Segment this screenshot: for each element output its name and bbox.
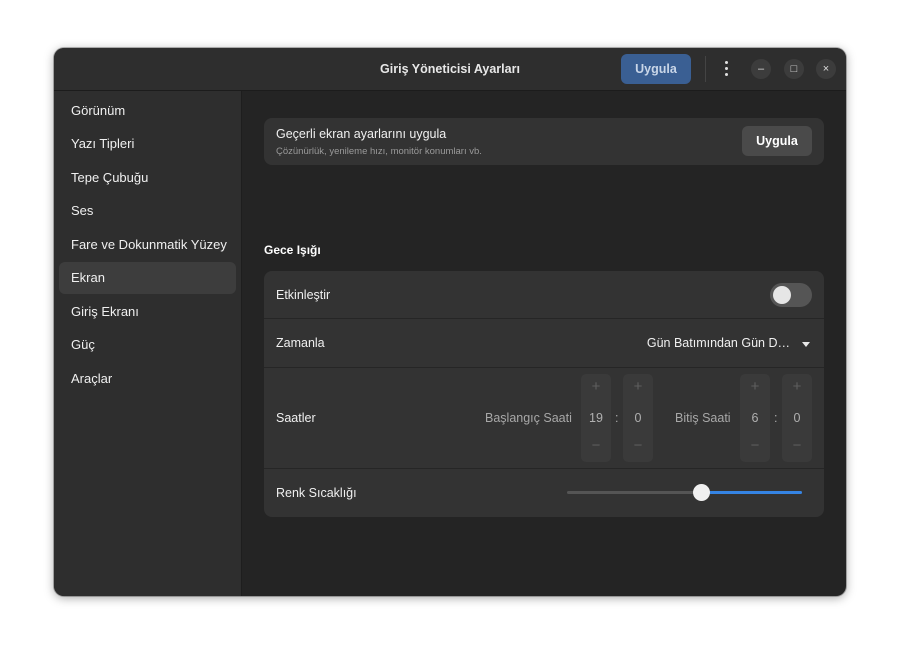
apply-card-subtitle: Çözünürlük, yenileme hızı, monitör konum…	[276, 146, 482, 157]
minus-icon[interactable]: −	[740, 437, 770, 454]
hours-label: Saatler	[276, 411, 316, 425]
apply-display-button[interactable]: Uygula	[742, 126, 812, 156]
time-separator: :	[774, 411, 778, 425]
minus-icon[interactable]: −	[623, 437, 653, 454]
sidebar-item-giris-ekrani[interactable]: Giriş Ekranı	[59, 296, 236, 328]
row-divider	[264, 468, 824, 469]
night-light-card: Etkinleştir Zamanla Gün Batımından Gün D…	[264, 271, 824, 517]
plus-icon[interactable]: +	[623, 378, 653, 395]
header-apply-button[interactable]: Uygula	[621, 54, 691, 84]
sidebar-item-gorunum[interactable]: Görünüm	[59, 95, 236, 127]
main-content: Geçerli ekran ayarlarını uygula Çözünürl…	[242, 91, 846, 596]
toggle-knob	[773, 286, 791, 304]
sidebar-item-ekran[interactable]: Ekran	[59, 262, 236, 294]
sidebar-item-fare[interactable]: Fare ve Dokunmatik Yüzey	[59, 229, 236, 261]
enable-toggle[interactable]	[770, 283, 812, 307]
minus-icon[interactable]: −	[782, 437, 812, 454]
header-bar: Giriş Yöneticisi Ayarları Uygula – □ ×	[54, 48, 846, 91]
night-light-heading: Gece Işığı	[264, 243, 321, 257]
start-hour-spinner[interactable]: + 19 −	[581, 374, 611, 462]
end-minute-spinner[interactable]: + 0 −	[782, 374, 812, 462]
sidebar-item-tepe-cubugu[interactable]: Tepe Çubuğu	[59, 162, 236, 194]
apply-card-title: Geçerli ekran ayarlarını uygula	[276, 127, 447, 141]
plus-icon[interactable]: +	[740, 378, 770, 395]
plus-icon[interactable]: +	[782, 378, 812, 395]
start-minute-spinner[interactable]: + 0 −	[623, 374, 653, 462]
time-separator: :	[615, 411, 619, 425]
maximize-icon[interactable]: □	[784, 59, 804, 79]
end-minute-value[interactable]: 0	[782, 411, 812, 425]
sidebar-item-ses[interactable]: Ses	[59, 195, 236, 227]
plus-icon[interactable]: +	[581, 378, 611, 395]
hours-row: Saatler Başlangıç Saati + 19 − : + 0 − B…	[264, 368, 824, 468]
start-minute-value[interactable]: 0	[623, 411, 653, 425]
color-temperature-slider[interactable]	[567, 484, 802, 501]
close-icon[interactable]: ×	[816, 59, 836, 79]
header-separator	[705, 56, 706, 82]
enable-label: Etkinleştir	[276, 288, 331, 302]
end-time-label: Bitiş Saati	[675, 411, 731, 425]
chevron-down-icon[interactable]	[802, 342, 810, 347]
slider-fill	[700, 491, 802, 494]
vertical-dots-icon[interactable]	[718, 59, 734, 79]
sidebar: Görünüm Yazı Tipleri Tepe Çubuğu Ses Far…	[54, 91, 242, 596]
row-divider	[264, 318, 824, 319]
color-temperature-label: Renk Sıcaklığı	[276, 486, 357, 500]
end-hour-spinner[interactable]: + 6 −	[740, 374, 770, 462]
sidebar-item-guc[interactable]: Güç	[59, 329, 236, 361]
schedule-label: Zamanla	[276, 336, 325, 350]
start-hour-value[interactable]: 19	[581, 411, 611, 425]
schedule-dropdown[interactable]: Gün Batımından Gün D…	[647, 336, 790, 350]
minimize-icon[interactable]: –	[751, 59, 771, 79]
slider-handle[interactable]	[692, 484, 710, 501]
end-hour-value[interactable]: 6	[740, 411, 770, 425]
apply-settings-card: Geçerli ekran ayarlarını uygula Çözünürl…	[264, 118, 824, 165]
settings-window: Giriş Yöneticisi Ayarları Uygula – □ × G…	[54, 48, 846, 596]
sidebar-item-araclar[interactable]: Araçlar	[59, 363, 236, 395]
start-time-label: Başlangıç Saati	[485, 411, 572, 425]
sidebar-item-yazi-tipleri[interactable]: Yazı Tipleri	[59, 128, 236, 160]
minus-icon[interactable]: −	[581, 437, 611, 454]
